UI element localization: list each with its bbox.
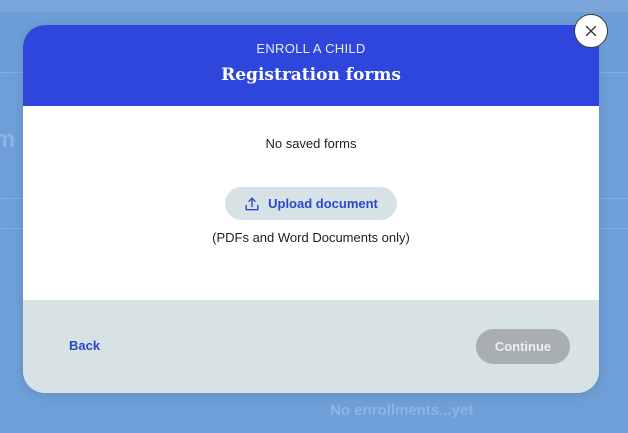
upload-icon [244, 196, 260, 212]
background-top-bar [0, 0, 628, 12]
modal-body: No saved forms Upload document (PDFs and… [23, 106, 599, 300]
close-icon [585, 25, 597, 37]
registration-forms-modal: ENROLL A CHILD Registration forms No sav… [23, 25, 599, 393]
back-button[interactable]: Back [69, 338, 100, 353]
upload-document-button[interactable]: Upload document [225, 187, 397, 220]
modal-footer: Back Continue [23, 300, 599, 393]
close-button[interactable] [574, 14, 608, 48]
upload-document-label: Upload document [268, 196, 378, 211]
no-saved-forms-message: No saved forms [265, 136, 357, 151]
modal-eyebrow: ENROLL A CHILD [256, 41, 366, 56]
background-page-title: m [0, 126, 16, 153]
modal-header: ENROLL A CHILD Registration forms [23, 25, 599, 106]
modal-title: Registration forms [221, 65, 401, 85]
background-empty-state: No enrollments...yet [330, 402, 474, 419]
file-type-hint: (PDFs and Word Documents only) [212, 230, 410, 245]
continue-button[interactable]: Continue [476, 329, 570, 364]
